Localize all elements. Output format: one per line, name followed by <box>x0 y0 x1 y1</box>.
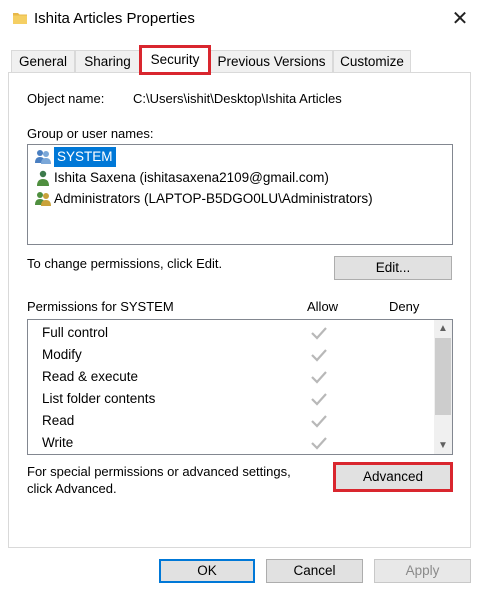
scroll-down-icon[interactable]: ▼ <box>434 437 452 454</box>
scroll-up-icon[interactable]: ▲ <box>434 320 452 337</box>
permission-name: Write <box>42 435 74 450</box>
user-list[interactable]: SYSTEM Ishita Saxena (ishitasaxena2109@g… <box>27 144 453 245</box>
permissions-list[interactable]: Full control Modify Read & execute List … <box>27 319 453 455</box>
group-users-icon <box>35 192 51 206</box>
permission-name: Read & execute <box>42 369 139 384</box>
ok-button[interactable]: OK <box>159 559 255 583</box>
checkmark-icon <box>311 415 327 428</box>
object-name-value: C:\Users\ishit\Desktop\Ishita Articles <box>133 91 342 106</box>
group-users-icon <box>35 150 51 164</box>
special-permissions-hint: For special permissions or advanced sett… <box>27 464 291 479</box>
permission-row: Write <box>28 432 432 454</box>
permissions-for-label: Permissions for SYSTEM <box>27 299 174 314</box>
allow-header: Allow <box>307 299 339 314</box>
deny-header: Deny <box>389 299 420 314</box>
permission-row: List folder contents <box>28 388 432 410</box>
user-item-ishita[interactable]: Ishita Saxena (ishitasaxena2109@gmail.co… <box>30 168 450 188</box>
user-name: Administrators (LAPTOP-B5DGO0LU\Administ… <box>54 191 373 206</box>
user-icon <box>37 170 49 186</box>
folder-icon <box>13 13 27 24</box>
close-button[interactable]: ✕ <box>444 4 476 34</box>
window-title: Ishita Articles Properties <box>34 10 195 27</box>
permissions-scrollbar[interactable]: ▲ ▼ <box>434 320 452 454</box>
permission-row: Modify <box>28 344 432 366</box>
special-permissions-hint-2: click Advanced. <box>27 481 117 496</box>
permission-row: Read & execute <box>28 366 432 388</box>
permission-row: Full control <box>28 322 432 344</box>
permission-row: Read <box>28 410 432 432</box>
permission-name: List folder contents <box>42 391 156 406</box>
tab-previous-versions[interactable]: Previous Versions <box>210 50 333 72</box>
title-bar: Ishita Articles Properties ✕ <box>0 0 481 40</box>
apply-button[interactable]: Apply <box>374 559 471 583</box>
checkmark-icon <box>311 437 327 450</box>
advanced-button[interactable]: Advanced <box>333 462 453 492</box>
edit-button[interactable]: Edit... <box>334 256 452 280</box>
tab-sharing[interactable]: Sharing <box>75 50 140 72</box>
user-item-system[interactable]: SYSTEM <box>30 147 450 167</box>
checkmark-icon <box>311 371 327 384</box>
permission-name: Read <box>42 413 75 428</box>
user-item-administrators[interactable]: Administrators (LAPTOP-B5DGO0LU\Administ… <box>30 189 450 209</box>
permission-name: Modify <box>42 347 82 362</box>
checkmark-icon <box>311 349 327 362</box>
close-icon: ✕ <box>451 8 469 30</box>
cancel-button[interactable]: Cancel <box>266 559 363 583</box>
object-name-label: Object name: <box>27 91 105 106</box>
group-label: Group or user names: <box>27 126 154 141</box>
tab-customize[interactable]: Customize <box>333 50 411 72</box>
scroll-thumb[interactable] <box>435 338 451 415</box>
user-name: SYSTEM <box>54 147 116 167</box>
user-name: Ishita Saxena (ishitasaxena2109@gmail.co… <box>54 170 329 185</box>
tab-general[interactable]: General <box>11 50 75 72</box>
permission-name: Full control <box>42 325 109 340</box>
checkmark-icon <box>311 393 327 406</box>
tab-security[interactable]: Security <box>139 45 211 75</box>
change-permissions-hint: To change permissions, click Edit. <box>27 256 223 271</box>
checkmark-icon <box>311 327 327 340</box>
